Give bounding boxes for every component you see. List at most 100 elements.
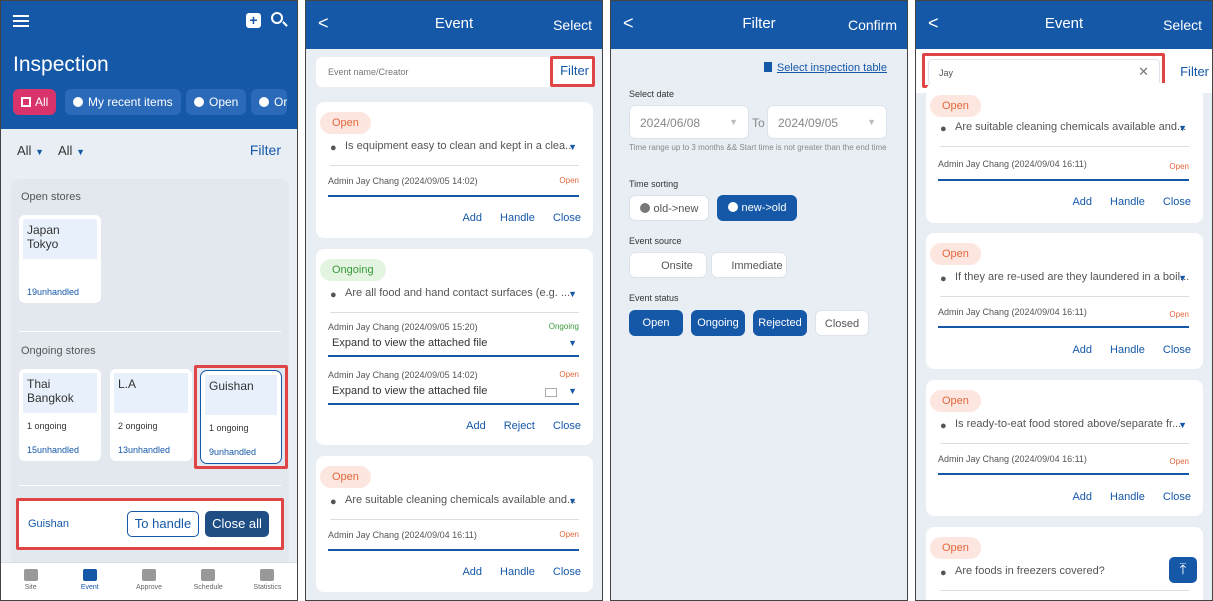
event-card[interactable]: Open ● If they are re-used are they laund… bbox=[926, 233, 1203, 369]
handle-button[interactable]: Handle bbox=[1110, 491, 1145, 503]
page-title: Inspection bbox=[13, 53, 109, 76]
question-text: If they are re-used are they laundered i… bbox=[955, 271, 1189, 283]
search-icon[interactable] bbox=[271, 12, 288, 27]
event-status-label: Event status bbox=[629, 293, 679, 303]
divider bbox=[19, 331, 281, 332]
status-ongoing[interactable]: Ongoing bbox=[691, 310, 745, 336]
event-card[interactable]: Open ● Are foods in freezers covered? bbox=[926, 527, 1203, 600]
question-row[interactable]: ● Is equipment easy to clean and kept in … bbox=[330, 140, 579, 166]
add-icon[interactable]: + bbox=[246, 13, 261, 28]
caret-down-icon: ▼ bbox=[35, 147, 44, 157]
store-card-thai-bangkok[interactable]: Thai Bangkok 1 ongoing 15unhandled bbox=[19, 369, 101, 461]
status-rejected[interactable]: Rejected bbox=[753, 310, 807, 336]
add-button[interactable]: Add bbox=[462, 212, 482, 224]
meta-status: Open bbox=[1169, 162, 1189, 171]
status-badge: Ongoing bbox=[320, 259, 386, 281]
card-actions: Add Handle Close bbox=[1054, 196, 1191, 208]
chip-open[interactable]: Open bbox=[186, 89, 247, 115]
store-name: Japan Tokyo bbox=[23, 219, 97, 259]
approve-icon bbox=[142, 569, 156, 581]
event-search-screen: < Event Select Jay ✕ Filter Open ● Are su… bbox=[915, 0, 1213, 601]
meta-text: Admin Jay Chang (2024/09/05 14:02) bbox=[328, 176, 478, 186]
reject-button[interactable]: Reject bbox=[504, 420, 535, 432]
date-to-value: 2024/09/05 bbox=[778, 116, 839, 130]
close-button[interactable]: Close bbox=[553, 566, 581, 578]
meta-status: Open bbox=[559, 530, 579, 539]
status-badge: Open bbox=[930, 95, 981, 117]
filter-dropdown-1[interactable]: All ▼ bbox=[17, 143, 44, 158]
nav-approve[interactable]: Approve bbox=[119, 563, 178, 600]
status-open[interactable]: Open bbox=[629, 310, 683, 336]
close-button[interactable]: Close bbox=[1163, 344, 1191, 356]
source-immediate[interactable]: Immediate bbox=[711, 252, 787, 278]
nav-event[interactable]: Event bbox=[60, 563, 119, 600]
add-button[interactable]: Add bbox=[462, 566, 482, 578]
chip-my-recent[interactable]: My recent items bbox=[65, 89, 181, 115]
question-row[interactable]: ● Are foods in freezers covered? bbox=[940, 565, 1189, 591]
event-card[interactable]: Ongoing ● Are all food and hand contact s… bbox=[316, 249, 593, 445]
filter-button[interactable]: Filter bbox=[1180, 64, 1209, 79]
caret-down-icon: ▼ bbox=[729, 117, 738, 127]
menu-icon[interactable] bbox=[13, 15, 29, 27]
handle-button[interactable]: Handle bbox=[500, 212, 535, 224]
add-button[interactable]: Add bbox=[1072, 344, 1092, 356]
question-row[interactable]: ● If they are re-used are they laundered … bbox=[940, 271, 1189, 297]
date-to-field[interactable]: 2024/09/05 ▼ bbox=[767, 105, 887, 139]
close-button[interactable]: Close bbox=[553, 420, 581, 432]
source-immediate-label: Immediate bbox=[731, 260, 783, 272]
event-card[interactable]: Open ● Are suitable cleaning chemicals av… bbox=[316, 456, 593, 592]
filter-dropdown-2[interactable]: All ▼ bbox=[58, 143, 85, 158]
nav-statistics[interactable]: Statistics bbox=[238, 563, 297, 600]
event-header: < Event Select bbox=[306, 1, 602, 49]
sort-new-old[interactable]: new->old bbox=[717, 195, 797, 221]
handle-button[interactable]: Handle bbox=[500, 566, 535, 578]
event-meta: Admin Jay Chang (2024/09/04 16:11) Open bbox=[938, 307, 1189, 319]
highlight-box bbox=[194, 365, 288, 469]
handle-button[interactable]: Handle bbox=[1110, 344, 1145, 356]
question-row[interactable]: ● Are all food and hand contact surfaces … bbox=[330, 287, 579, 313]
event-card[interactable]: Open ● Is ready-to-eat food stored above/… bbox=[926, 380, 1203, 516]
store-card-la[interactable]: L.A 2 ongoing 13unhandled bbox=[110, 369, 192, 461]
status-closed[interactable]: Closed bbox=[815, 310, 869, 336]
divider bbox=[938, 179, 1189, 181]
search-input[interactable]: Event name/Creator bbox=[328, 67, 409, 77]
event-card[interactable]: Open ● Is equipment easy to clean and kep… bbox=[316, 102, 593, 238]
question-row[interactable]: ● Are suitable cleaning chemicals availab… bbox=[330, 494, 579, 520]
handle-button[interactable]: Handle bbox=[1110, 196, 1145, 208]
alert-icon bbox=[194, 97, 204, 107]
confirm-button[interactable]: Confirm bbox=[848, 17, 897, 33]
scroll-top-icon[interactable]: ⤒ bbox=[1169, 557, 1197, 583]
source-onsite[interactable]: Onsite bbox=[629, 252, 707, 278]
add-button[interactable]: Add bbox=[1072, 491, 1092, 503]
date-hint: Time range up to 3 months && Start time … bbox=[629, 143, 887, 152]
nav-schedule[interactable]: Schedule bbox=[179, 563, 238, 600]
status-badge: Open bbox=[320, 466, 371, 488]
add-button[interactable]: Add bbox=[1072, 196, 1092, 208]
unhandled-count: 19unhandled bbox=[27, 287, 80, 297]
add-button[interactable]: Add bbox=[466, 420, 486, 432]
meta-status: Open bbox=[1169, 310, 1189, 319]
chip-ongoing[interactable]: Or bbox=[251, 89, 288, 115]
date-from-field[interactable]: 2024/06/08 ▼ bbox=[629, 105, 749, 139]
card-actions: Add Handle Close bbox=[444, 566, 581, 578]
filter-button[interactable]: Filter bbox=[250, 142, 281, 158]
close-button[interactable]: Close bbox=[553, 212, 581, 224]
nav-site[interactable]: Site bbox=[1, 563, 60, 600]
sort-old-new[interactable]: old->new bbox=[629, 195, 709, 221]
chevron-down-icon: ▼ bbox=[1178, 123, 1187, 133]
chip-all[interactable]: All bbox=[13, 89, 57, 115]
store-card-japan-tokyo[interactable]: Japan Tokyo 19unhandled bbox=[19, 215, 101, 303]
expand-attachment[interactable]: Expand to view the attached file ▼ bbox=[328, 337, 579, 357]
status-badge: Open bbox=[930, 243, 981, 265]
to-label: To bbox=[752, 116, 765, 130]
question-row[interactable]: ● Is ready-to-eat food stored above/separ… bbox=[940, 418, 1189, 444]
select-button[interactable]: Select bbox=[553, 17, 592, 33]
select-button[interactable]: Select bbox=[1163, 17, 1202, 33]
chevron-down-icon: ▼ bbox=[1178, 420, 1187, 430]
expand-attachment[interactable]: Expand to view the attached file ▼ bbox=[328, 385, 579, 405]
close-button[interactable]: Close bbox=[1163, 196, 1191, 208]
question-row[interactable]: ● Are suitable cleaning chemicals availab… bbox=[940, 121, 1189, 147]
select-inspection-table-link[interactable]: Select inspection table bbox=[763, 62, 887, 74]
close-button[interactable]: Close bbox=[1163, 491, 1191, 503]
event-card[interactable]: Open ● Are suitable cleaning chemicals av… bbox=[926, 83, 1203, 223]
